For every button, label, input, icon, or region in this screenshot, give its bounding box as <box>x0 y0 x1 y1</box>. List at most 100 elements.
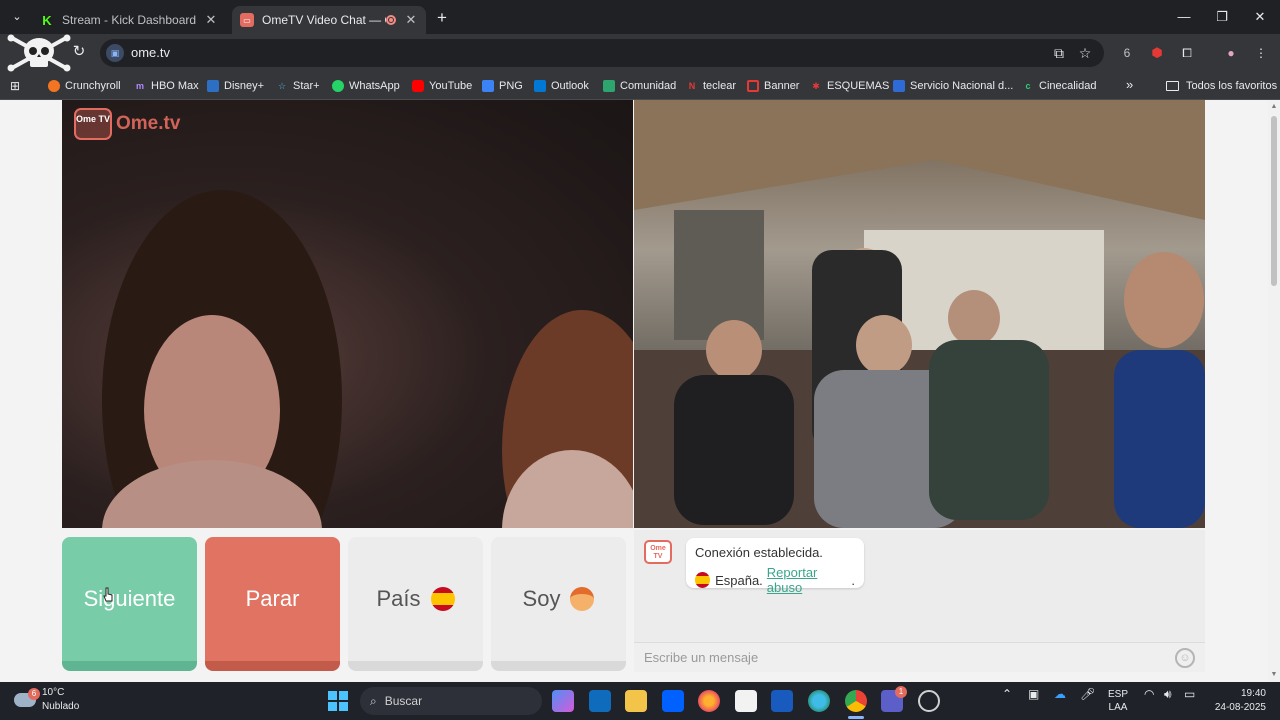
dropbox-icon[interactable] <box>662 690 684 712</box>
amazon-icon[interactable] <box>735 690 757 712</box>
more-bookmarks-chevron-icon[interactable]: » <box>1126 77 1133 92</box>
menu-kebab-icon[interactable]: ⋮ <box>1252 44 1270 62</box>
address-bar[interactable]: ▣ ome.tv ⧉ ☆ <box>100 39 1104 67</box>
apps-grid-icon[interactable]: ⊞ <box>10 79 24 93</box>
comunidad-icon <box>603 80 615 92</box>
next-button-label: Siguiente <box>83 586 176 611</box>
bookmark-servicio-nacional[interactable]: Servicio Nacional d... <box>893 76 1013 96</box>
battery-icon[interactable]: ▭ <box>1184 688 1195 701</box>
bookmark-star-plus[interactable]: ☆ Star+ <box>276 76 320 96</box>
boy-icon <box>570 587 595 611</box>
bookmark-comunidad[interactable]: Comunidad <box>603 76 676 96</box>
bookmark-star-icon[interactable]: ☆ <box>1076 44 1094 62</box>
bookmark-esquemas[interactable]: ✱ ESQUEMAS <box>810 76 889 96</box>
chrome-active-indicator <box>848 716 864 719</box>
windows-start-icon[interactable] <box>328 691 348 711</box>
emoji-icon[interactable]: ☺ <box>1175 648 1195 668</box>
tab-strip: ⌄ K Stream - Kick Dashboard ✕ ▭ OmeTV Vi… <box>0 0 1280 34</box>
star-plus-icon: ☆ <box>277 81 287 91</box>
weather-badge: 6 <box>28 688 40 700</box>
profile-skull-icon[interactable] <box>6 34 72 72</box>
all-bookmarks-button[interactable]: Todos los favoritos <box>1166 76 1277 96</box>
gender-button[interactable]: Soy <box>491 537 626 671</box>
site-info-icon[interactable]: ▣ <box>106 44 124 62</box>
clock[interactable]: 19:40 24-08-2025 <box>1210 687 1266 715</box>
copilot-icon[interactable] <box>552 690 574 712</box>
tab-search-icon[interactable]: ⌄ <box>6 7 28 27</box>
file-explorer-icon[interactable] <box>625 690 647 712</box>
partner-country: España. <box>715 572 763 588</box>
message-input[interactable]: Escribe un mensaje ☺ <box>634 642 1205 672</box>
bookmark-youtube[interactable]: YouTube <box>412 76 472 96</box>
hand-cursor-icon <box>103 587 113 602</box>
volume-icon[interactable]: 🔊︎ <box>1164 688 1172 701</box>
tab-title: Stream - Kick Dashboard <box>62 13 197 27</box>
bookmark-banner[interactable]: Banner <box>747 76 799 96</box>
word-icon[interactable] <box>771 690 793 712</box>
ometv-icon: ▭ <box>240 13 254 27</box>
chrome-icon[interactable] <box>845 690 867 712</box>
edge-icon[interactable] <box>808 690 830 712</box>
close-icon[interactable]: ✕ <box>204 12 218 28</box>
url-text[interactable]: ome.tv <box>131 45 170 60</box>
scroll-thumb[interactable] <box>1271 116 1277 286</box>
outlook-icon <box>534 80 546 92</box>
obs-icon[interactable] <box>918 690 940 712</box>
wifi-icon[interactable]: ◠ <box>1144 688 1154 701</box>
close-window-button[interactable]: ✕ <box>1244 6 1276 28</box>
bookmark-hbo-max[interactable]: m HBO Max <box>134 76 199 96</box>
page-scrollbar[interactable]: ▲ ▼ <box>1268 100 1280 682</box>
folder-icon <box>1166 81 1179 91</box>
teams-badge: 1 <box>895 686 907 698</box>
stop-button[interactable]: Parar <box>205 537 340 671</box>
microphone-icon[interactable]: 🎤︎ <box>1080 688 1095 701</box>
teams-icon[interactable]: 1 <box>881 686 907 712</box>
cast-icon[interactable]: ⧉ <box>1050 44 1068 62</box>
message-placeholder: Escribe un mensaje <box>644 650 759 665</box>
cinecalidad-icon: c <box>1025 81 1031 91</box>
weather-widget[interactable]: 6 10°C Nublado <box>14 686 79 714</box>
new-tab-button[interactable]: + <box>432 8 452 28</box>
tab-title: OmeTV Video Chat — Ome <box>262 13 386 27</box>
reload-icon[interactable]: ↻ <box>70 43 88 61</box>
profile-avatar-icon[interactable]: ● <box>1222 44 1240 62</box>
windows-taskbar: 6 10°C Nublado ⌕ Buscar 1 ⌃ ▣ ☁ 🎤︎ ESP L… <box>0 682 1280 720</box>
tab-kick-dashboard[interactable]: K Stream - Kick Dashboard ✕ <box>32 6 226 34</box>
outlook-taskbar-icon[interactable] <box>589 690 611 712</box>
local-video-frame <box>634 100 1205 528</box>
ometv-logo: Ome TV Ome.tv <box>74 108 180 140</box>
report-abuse-link[interactable]: Reportar abuso <box>767 565 852 595</box>
extension-badge[interactable]: 6 <box>1118 44 1136 62</box>
bookmark-crunchyroll[interactable]: Crunchyroll <box>48 76 121 96</box>
bookmark-disney[interactable]: Disney+ <box>207 76 264 96</box>
taskbar-search[interactable]: ⌕ Buscar <box>360 687 542 715</box>
close-icon[interactable]: ✕ <box>404 12 418 28</box>
tray-chevron-icon[interactable]: ⌃ <box>1002 688 1012 701</box>
maximize-button[interactable]: ❐ <box>1206 6 1238 28</box>
extensions-puzzle-icon[interactable]: ⧠ <box>1178 44 1196 62</box>
firefox-icon[interactable] <box>698 690 720 712</box>
language-indicator[interactable]: ESP LAA <box>1108 688 1128 714</box>
bookmark-outlook[interactable]: Outlook <box>534 76 589 96</box>
ometv-tv-icon: Ome TV <box>74 108 112 140</box>
spain-flag-icon <box>430 587 455 611</box>
connection-status: Conexión establecida. <box>695 545 823 560</box>
country-button[interactable]: País <box>348 537 483 671</box>
next-button[interactable]: Siguiente <box>62 537 197 671</box>
taskbar-search-label: Buscar <box>384 694 423 708</box>
tab-ometv[interactable]: ▭ OmeTV Video Chat — Ome ✕ <box>232 6 426 34</box>
bookmark-png[interactable]: PNG <box>482 76 523 96</box>
youtube-icon <box>412 80 424 92</box>
bookmark-teclear[interactable]: Nteclear <box>686 76 736 96</box>
hbo-max-icon: m <box>135 81 144 91</box>
disney-icon <box>207 80 219 92</box>
scroll-up-icon[interactable]: ▲ <box>1269 102 1279 112</box>
tray-app-icon[interactable]: ▣ <box>1028 688 1039 701</box>
shield-extension-icon[interactable]: ⬢ <box>1148 44 1166 62</box>
teclear-icon: N <box>688 81 696 91</box>
bookmark-cinecalidad[interactable]: c Cinecalidad <box>1022 76 1096 96</box>
scroll-down-icon[interactable]: ▼ <box>1269 670 1279 680</box>
bookmark-whatsapp[interactable]: WhatsApp <box>332 76 400 96</box>
onedrive-icon[interactable]: ☁ <box>1054 688 1066 701</box>
minimize-button[interactable]: — <box>1168 6 1200 28</box>
